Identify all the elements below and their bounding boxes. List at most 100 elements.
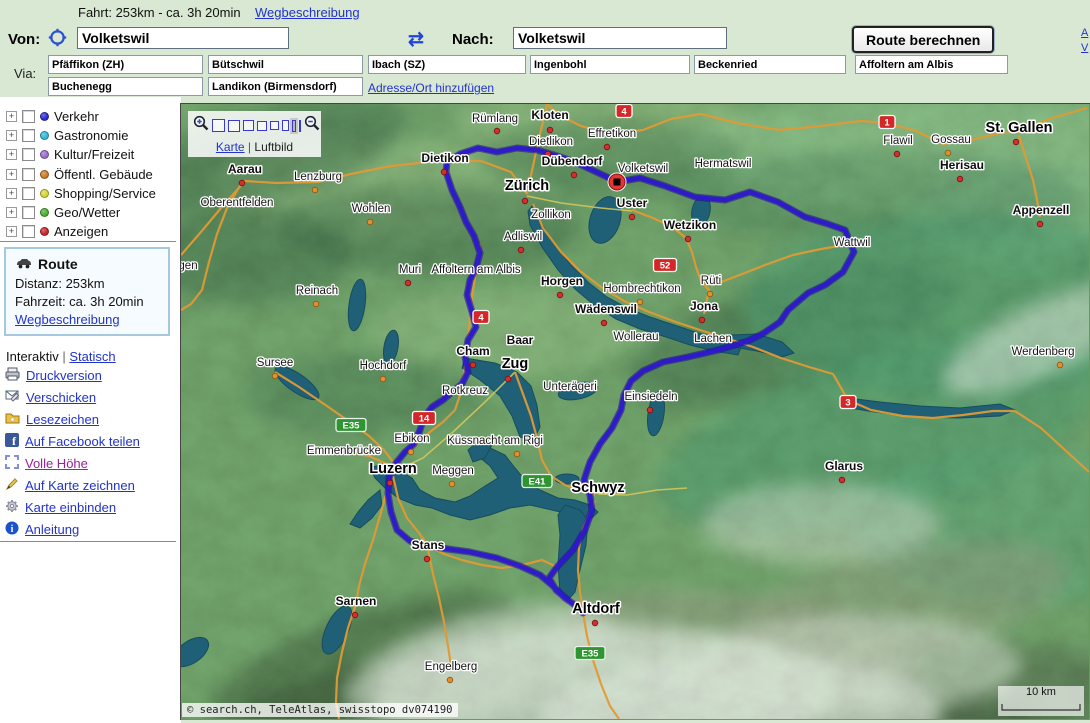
town-dot (839, 477, 845, 483)
swap-directions-icon[interactable]: ⇄ (408, 30, 424, 49)
locate-crosshair-icon[interactable] (48, 28, 67, 52)
map-town-label: Kloten (531, 108, 568, 122)
layer-checkbox[interactable] (22, 168, 35, 181)
add-address-link[interactable]: Adresse/Ort hinzufügen (368, 81, 494, 95)
town-dot (518, 247, 524, 253)
map-town-label: Rüti (701, 275, 721, 287)
wegbeschreibung-link[interactable]: Wegbeschreibung (255, 5, 360, 20)
sidebar-link-row: Auf Karte zeichnen (5, 476, 135, 494)
zoom-level-square[interactable] (292, 120, 296, 132)
via-input[interactable] (368, 55, 526, 74)
town-dot (239, 180, 245, 186)
via-input[interactable] (694, 55, 846, 74)
town-dot (494, 128, 500, 134)
sidebar-link[interactable]: Volle Höhe (25, 456, 88, 471)
edge-link[interactable]: A (1081, 26, 1090, 41)
expand-plus-icon[interactable]: + (6, 226, 17, 237)
route-info-box: Route Distanz: 253km Fahrzeit: ca. 3h 20… (4, 247, 170, 336)
expand-plus-icon[interactable]: + (6, 149, 17, 160)
map-town-label: Jona (690, 299, 718, 313)
map-town-label: Küssnacht am Rigi (447, 435, 543, 447)
town-dot (405, 280, 411, 286)
via-input[interactable] (48, 77, 203, 96)
expand-plus-icon[interactable]: + (6, 207, 17, 218)
road-shield-number: 4 (478, 313, 484, 324)
von-input[interactable] (77, 27, 289, 49)
view-toggle: Interaktiv | Statisch (6, 349, 116, 364)
zoom-out-icon[interactable] (304, 115, 320, 136)
layer-checkbox[interactable] (22, 187, 35, 200)
via-input[interactable] (530, 55, 690, 74)
layer-label: Öffentl. Gebäude (54, 167, 153, 182)
layer-checkbox[interactable] (22, 206, 35, 219)
scale-bracket (1001, 704, 1081, 711)
via-input[interactable] (855, 55, 1008, 74)
sidebar-link-row: Verschicken (5, 388, 96, 406)
sidebar-link[interactable]: Verschicken (26, 390, 96, 405)
road-shield: 4 (616, 105, 632, 118)
marker-square (614, 179, 621, 186)
expand-plus-icon[interactable]: + (6, 188, 17, 199)
layer-checkbox[interactable] (22, 148, 35, 161)
map-town-label: Wetzikon (664, 218, 716, 232)
zoom-in-icon[interactable] (193, 115, 209, 136)
facebook-icon: f (5, 433, 19, 450)
layer-checkbox[interactable] (22, 110, 35, 123)
sidebar-link[interactable]: Auf Facebook teilen (25, 434, 140, 449)
layer-checkbox[interactable] (22, 129, 35, 142)
zoom-level-square[interactable] (270, 121, 279, 130)
expand-plus-icon[interactable]: + (6, 130, 17, 141)
sidebar-link-row: Druckversion (5, 366, 102, 384)
expand-plus-icon[interactable]: + (6, 111, 17, 122)
map-view-karte-link[interactable]: Karte (216, 140, 245, 154)
road-shield: E41 (522, 475, 552, 488)
map-view-luftbild-current[interactable]: Luftbild (254, 140, 293, 154)
map-town-label: Wollerau (613, 331, 658, 343)
layer-label: Gastronomie (54, 128, 128, 143)
zoom-level-selector[interactable] (212, 119, 301, 132)
via-input[interactable] (208, 55, 363, 74)
map-viewport[interactable]: 41524143E35E41E35 RümlangKlotenDietlikon… (180, 103, 1090, 720)
route-duration: Fahrzeit: ca. 3h 20min (15, 294, 159, 309)
satellite-map[interactable]: 41524143E35E41E35 RümlangKlotenDietlikon… (181, 104, 1089, 719)
zoom-level-square[interactable] (299, 120, 301, 132)
town-dot (447, 677, 453, 683)
town-dot (514, 451, 520, 457)
route-wegbeschreibung-link[interactable]: Wegbeschreibung (15, 312, 120, 327)
edge-link[interactable]: V (1081, 41, 1090, 56)
expand-plus-icon[interactable]: + (6, 169, 17, 180)
map-town-label: Engelberg (425, 661, 477, 673)
nach-input[interactable] (513, 27, 727, 49)
layer-color-dot (40, 227, 49, 236)
zoom-level-square[interactable] (282, 120, 289, 131)
sidebar-link[interactable]: Lesezeichen (26, 412, 99, 427)
zoom-level-square[interactable] (257, 121, 267, 131)
clipped-edge-links[interactable]: AV (1081, 26, 1090, 56)
road-shield: 3 (840, 396, 856, 409)
view-toggle-statisch-link[interactable]: Statisch (69, 349, 115, 364)
via-input[interactable] (208, 77, 363, 96)
map-town-label: Rümlang (472, 113, 518, 125)
town-dot (592, 620, 598, 626)
printer-icon (5, 367, 20, 384)
fullscreen-icon (5, 455, 19, 472)
map-town-label: Horgen (541, 274, 583, 288)
via-input[interactable] (48, 55, 203, 74)
town-dot (441, 169, 447, 175)
layer-checkbox[interactable] (22, 225, 35, 238)
sidebar-link[interactable]: Druckversion (26, 368, 102, 383)
town-dot (699, 317, 705, 323)
zoom-level-square[interactable] (243, 120, 254, 131)
zoom-level-square[interactable] (228, 120, 240, 132)
sidebar-link[interactable]: Karte einbinden (25, 500, 116, 515)
route-berechnen-button[interactable]: Route berechnen (852, 26, 994, 53)
layer-row: + Shopping/Service (0, 184, 181, 203)
sidebar-link[interactable]: Auf Karte zeichnen (25, 478, 135, 493)
zoom-level-square[interactable] (212, 119, 225, 132)
town-dot (408, 449, 414, 455)
view-separator: | (248, 140, 251, 154)
layer-row: + Öffentl. Gebäude (0, 165, 181, 184)
sidebar-link[interactable]: Anleitung (25, 522, 79, 537)
map-town-label: Baar (507, 333, 534, 347)
map-copyright: © search.ch, TeleAtlas, swisstopo dv0741… (182, 703, 458, 717)
